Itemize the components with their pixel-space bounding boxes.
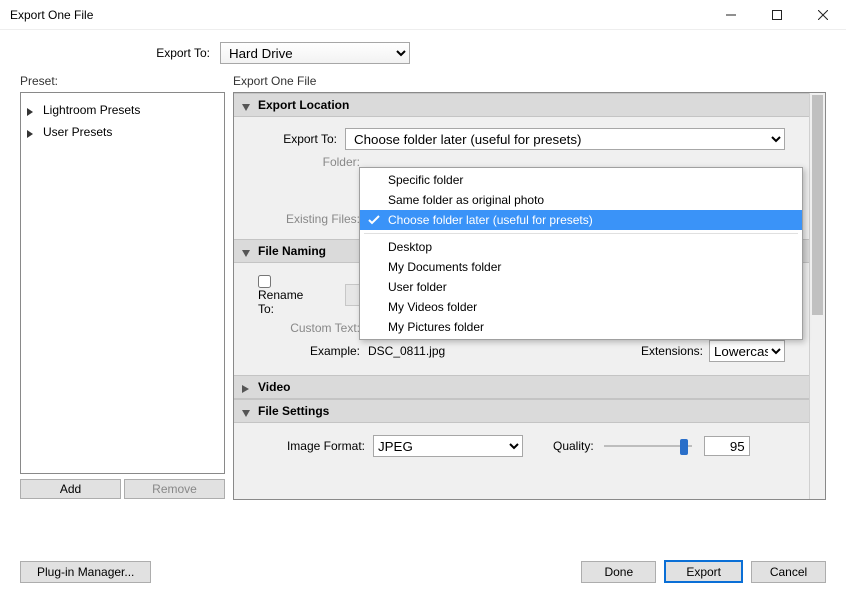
dropdown-option[interactable]: Specific folder [360,170,802,190]
video-header[interactable]: Video [234,375,809,399]
maximize-button[interactable] [754,0,800,29]
dropdown-option-label: Desktop [388,240,432,254]
export-to-dropdown-popup[interactable]: Specific folder Same folder as original p… [359,167,803,340]
dropdown-option[interactable]: User folder [360,277,802,297]
section-title: File Naming [258,244,326,258]
dropdown-option-label: User folder [388,280,447,294]
quality-label: Quality: [553,439,594,453]
dropdown-option-label: Same folder as original photo [388,193,544,207]
cancel-button[interactable]: Cancel [751,561,826,583]
export-button[interactable]: Export [664,560,743,583]
example-value: DSC_0811.jpg [368,344,445,358]
preset-item-user[interactable]: User Presets [27,121,218,143]
dropdown-option[interactable]: Desktop [360,237,802,257]
slider-track [604,445,692,447]
dropdown-option-label: Specific folder [388,173,463,187]
file-settings-header[interactable]: File Settings [234,399,809,423]
export-to-label: Export To: [258,132,345,146]
quality-slider[interactable] [604,437,692,455]
minimize-icon [726,10,736,20]
preset-column: Preset: Lightroom Presets User Presets A… [20,68,225,500]
done-button[interactable]: Done [581,561,656,583]
chevron-down-icon [242,100,252,110]
plugin-manager-button[interactable]: Plug-in Manager... [20,561,151,583]
preset-item-lightroom[interactable]: Lightroom Presets [27,99,218,121]
dropdown-option-label: My Pictures folder [388,320,484,334]
section-title: Export Location [258,98,349,112]
remove-preset-button[interactable]: Remove [124,479,225,499]
footer: Plug-in Manager... Done Export Cancel [20,560,826,583]
preset-tree[interactable]: Lightroom Presets User Presets [20,92,225,474]
chevron-right-icon [27,105,37,115]
export-to-select[interactable]: Choose folder later (useful for presets) [345,128,785,150]
dropdown-option[interactable]: My Pictures folder [360,317,802,337]
window-controls [708,0,846,29]
dropdown-option[interactable]: Same folder as original photo [360,190,802,210]
image-format-select[interactable]: JPEG [373,435,523,457]
top-export-to-label: Export To: [20,46,220,60]
dropdown-option[interactable]: My Videos folder [360,297,802,317]
chevron-down-icon [242,246,252,256]
dropdown-option[interactable]: My Documents folder [360,257,802,277]
custom-text-label: Custom Text: [258,321,368,335]
check-icon [368,214,380,229]
chevron-right-icon [242,382,252,392]
example-label: Example: [258,344,368,358]
slider-thumb[interactable] [680,439,688,455]
preset-item-label: User Presets [43,125,112,139]
separator [364,233,798,234]
settings-scrollbar[interactable] [809,93,825,499]
dropdown-option[interactable]: Choose folder later (useful for presets) [360,210,802,230]
add-preset-button[interactable]: Add [20,479,121,499]
window-title: Export One File [10,8,93,22]
section-title: File Settings [258,404,329,418]
close-icon [818,10,828,20]
rename-to-control: Rename To: [258,274,325,316]
export-location-header[interactable]: Export Location [234,93,809,117]
section-title: Video [258,380,290,394]
image-format-label: Image Format: [258,439,373,453]
extensions-select[interactable]: Lowercase [709,340,785,362]
preset-item-label: Lightroom Presets [43,103,140,117]
folder-label: Folder: [258,155,368,169]
chevron-down-icon [242,406,252,416]
close-button[interactable] [800,0,846,29]
quality-input[interactable] [704,436,750,456]
extensions-label: Extensions: [641,344,703,358]
chevron-right-icon [27,127,37,137]
rename-to-label: Rename To: [258,288,303,316]
maximize-icon [772,10,782,20]
top-export-to-select[interactable]: Hard Drive [220,42,410,64]
preset-column-label: Preset: [20,68,225,92]
dropdown-option-label: Choose folder later (useful for presets) [388,213,593,227]
scrollbar-thumb[interactable] [812,95,823,315]
existing-files-label: Existing Files: [258,212,368,226]
titlebar: Export One File [0,0,846,30]
settings-column-label: Export One File [233,68,826,92]
dropdown-option-label: My Videos folder [388,300,477,314]
minimize-button[interactable] [708,0,754,29]
file-settings-body: Image Format: JPEG Quality: [234,423,809,465]
top-export-to-bar: Export To: Hard Drive [0,30,846,68]
rename-to-checkbox[interactable] [258,275,271,288]
dropdown-option-label: My Documents folder [388,260,501,274]
